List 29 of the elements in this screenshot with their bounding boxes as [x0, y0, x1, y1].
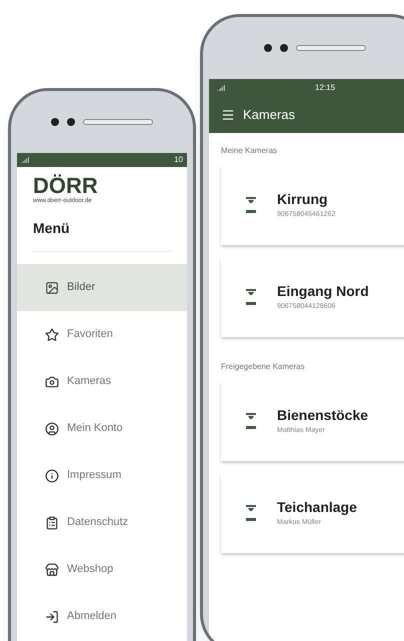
menu-title: Menü	[33, 218, 171, 252]
info-icon	[45, 468, 59, 482]
camera-name: Kirrung	[277, 190, 329, 210]
signal-icon	[217, 84, 225, 92]
image-icon	[45, 280, 59, 294]
trail-camera-icon	[245, 504, 257, 522]
speaker-grille	[83, 119, 153, 125]
camera-name: Eingang Nord	[277, 282, 369, 302]
trail-camera-icon	[245, 412, 257, 430]
menu-item[interactable]: Bilder	[17, 264, 187, 311]
screen-title: Kameras	[243, 106, 296, 124]
section-heading: Meine Kameras	[220, 145, 278, 157]
status-time: 10	[174, 154, 183, 166]
status-time: 12:15	[315, 82, 336, 94]
camera-name: Teichanlage	[277, 498, 357, 518]
shop-icon	[45, 562, 59, 576]
logo: DÖRR	[33, 175, 99, 197]
menu-icon[interactable]	[221, 108, 235, 122]
star-icon	[45, 328, 59, 342]
clipboard-icon	[45, 516, 59, 530]
speaker-grille	[296, 45, 366, 51]
camera-name: Bienenstöcke	[277, 406, 368, 426]
trail-camera-icon	[245, 288, 257, 306]
user-icon	[45, 422, 59, 436]
signal-icon	[21, 156, 29, 164]
trail-camera-icon	[245, 196, 257, 214]
section-heading: Freigegebene Kameras	[220, 361, 306, 373]
logout-icon	[45, 610, 59, 624]
camera-icon	[45, 374, 59, 388]
